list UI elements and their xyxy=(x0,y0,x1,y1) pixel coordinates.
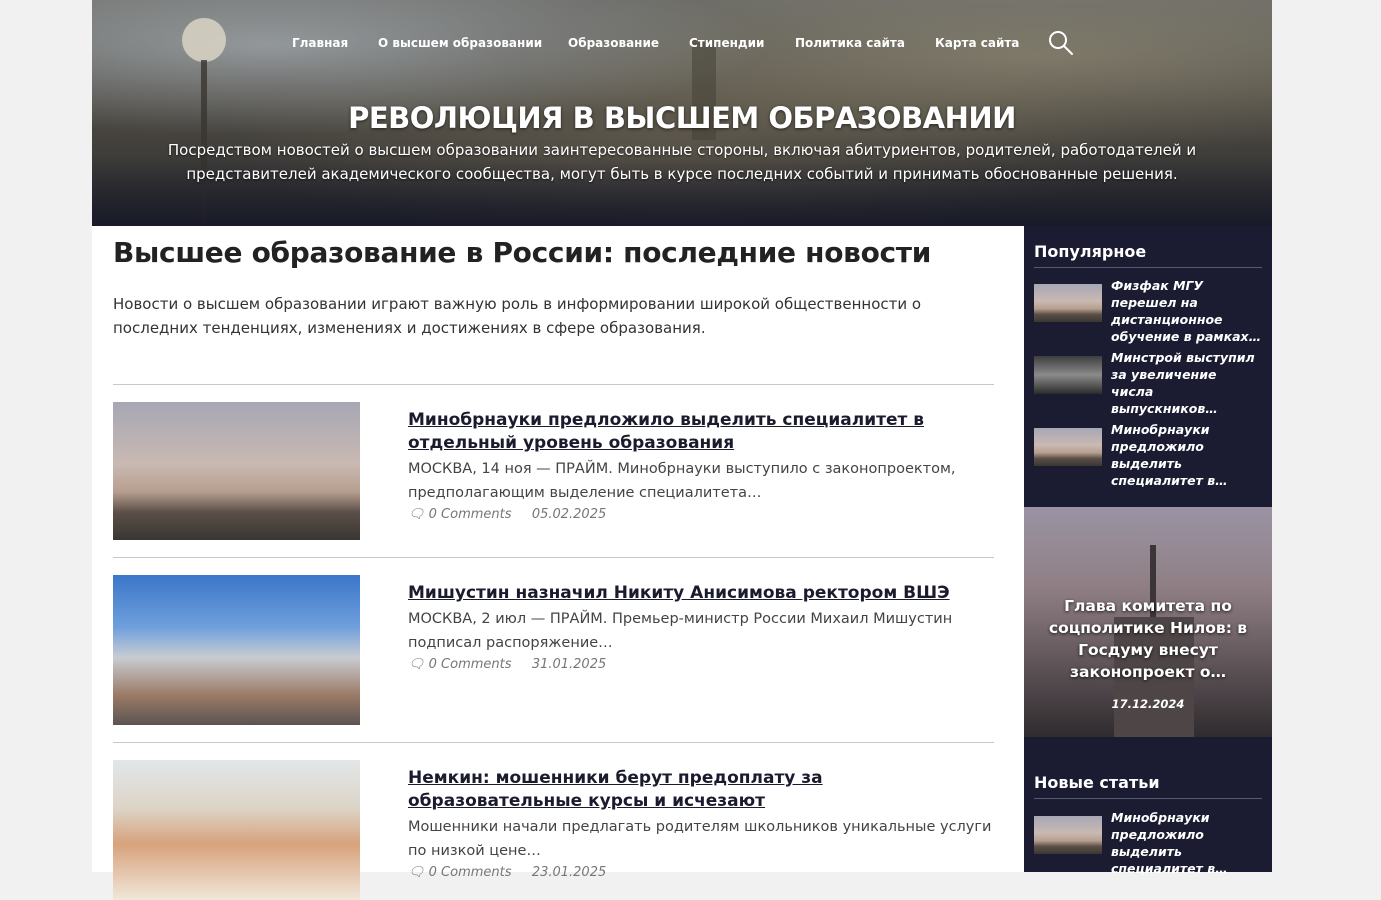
featured-post-date: 17.12.2024 xyxy=(1111,697,1185,711)
popular-item-title[interactable]: Физфак МГУ перешел на дистанционное обуч… xyxy=(1111,277,1262,345)
popular-heading: Популярное xyxy=(1034,242,1262,268)
page-title: Высшее образование в России: последние н… xyxy=(113,236,932,269)
nav-item-site-policy[interactable]: Политика сайта xyxy=(795,36,905,50)
article-date: 05.02.2025 xyxy=(531,507,607,522)
article-meta: 🗨 0 Comments 05.02.2025 xyxy=(408,507,994,522)
new-article-item[interactable]: Минобрнауки предложило выделить специали… xyxy=(1034,809,1262,876)
featured-post-title[interactable]: Глава комитета по соцполитике Нилов: в Г… xyxy=(1036,595,1260,683)
article-card: Минобрнауки предложило выделить специали… xyxy=(113,384,994,557)
article-thumbnail[interactable] xyxy=(113,402,360,540)
hero-header: Главная О высшем образовании Образование… xyxy=(92,0,1272,226)
popular-item[interactable]: Минстрой выступил за увеличение числа вы… xyxy=(1034,349,1262,416)
article-excerpt: Мошенники начали предлагать родителям шк… xyxy=(408,819,992,859)
page-wrapper: Главная О высшем образовании Образование… xyxy=(92,0,1272,900)
article-meta: 🗨 0 Comments 23.01.2025 xyxy=(408,865,994,880)
popular-item-thumbnail[interactable] xyxy=(1034,428,1102,466)
nav-item-sitemap[interactable]: Карта сайта xyxy=(935,36,1019,50)
article-excerpt: МОСКВА, 14 ноя — ПРАЙМ. Минобрнауки выст… xyxy=(408,461,956,501)
comment-icon: 🗨 xyxy=(408,507,425,522)
comment-icon: 🗨 xyxy=(408,657,425,672)
popular-item-thumbnail[interactable] xyxy=(1034,356,1102,394)
article-date: 23.01.2025 xyxy=(531,865,607,880)
article-title-link[interactable]: Немкин: мошенники берут предоплату за об… xyxy=(408,767,994,813)
article-thumbnail[interactable] xyxy=(113,575,360,725)
comment-icon: 🗨 xyxy=(408,865,425,880)
article-comments-link[interactable]: 0 Comments xyxy=(429,507,512,522)
site-description: Посредством новостей о высшем образовани… xyxy=(167,141,1197,183)
article-title-link[interactable]: Мишустин назначил Никиту Анисимова ректо… xyxy=(408,582,994,605)
article-excerpt: МОСКВА, 2 июл — ПРАЙМ. Премьер-министр Р… xyxy=(408,611,953,651)
nav-item-scholarships[interactable]: Стипендии xyxy=(689,36,764,50)
new-articles-heading: Новые статьи xyxy=(1034,773,1262,799)
article-thumbnail[interactable] xyxy=(113,760,360,900)
article-comments-link[interactable]: 0 Comments xyxy=(429,657,512,672)
article-card: Мишустин назначил Никиту Анисимова ректо… xyxy=(113,557,994,742)
intro-text: Новости о высшем образовании играют важн… xyxy=(113,295,922,337)
nav-item-home[interactable]: Главная xyxy=(292,36,348,50)
article-title-link[interactable]: Минобрнауки предложило выделить специали… xyxy=(408,409,994,455)
article-meta: 🗨 0 Comments 31.01.2025 xyxy=(408,657,994,672)
search-icon[interactable] xyxy=(1048,30,1074,56)
article-date: 31.01.2025 xyxy=(531,657,607,672)
nav-item-about-higher-education[interactable]: О высшем образовании xyxy=(378,36,542,50)
popular-item-title[interactable]: Минобрнауки предложило выделить специали… xyxy=(1111,421,1262,489)
new-article-title[interactable]: Минобрнауки предложило выделить специали… xyxy=(1111,809,1262,877)
popular-item-title[interactable]: Минстрой выступил за увеличение числа вы… xyxy=(1111,349,1262,417)
new-article-thumbnail[interactable] xyxy=(1034,816,1102,854)
popular-item-thumbnail[interactable] xyxy=(1034,284,1102,322)
sidebar: Популярное Физфак МГУ перешел на дистанц… xyxy=(1024,226,1272,876)
popular-item[interactable]: Минобрнауки предложило выделить специали… xyxy=(1034,421,1262,488)
article-card: Немкин: мошенники берут предоплату за об… xyxy=(113,742,994,900)
featured-post[interactable]: Глава комитета по соцполитике Нилов: в Г… xyxy=(1024,507,1272,737)
article-comments-link[interactable]: 0 Comments xyxy=(429,865,512,880)
site-title: РЕВОЛЮЦИЯ В ВЫСШЕМ ОБРАЗОВАНИИ xyxy=(348,101,1016,136)
popular-item[interactable]: Физфак МГУ перешел на дистанционное обуч… xyxy=(1034,277,1262,344)
main-nav: Главная О высшем образовании Образование… xyxy=(92,30,1272,58)
nav-item-education[interactable]: Образование xyxy=(568,36,659,50)
